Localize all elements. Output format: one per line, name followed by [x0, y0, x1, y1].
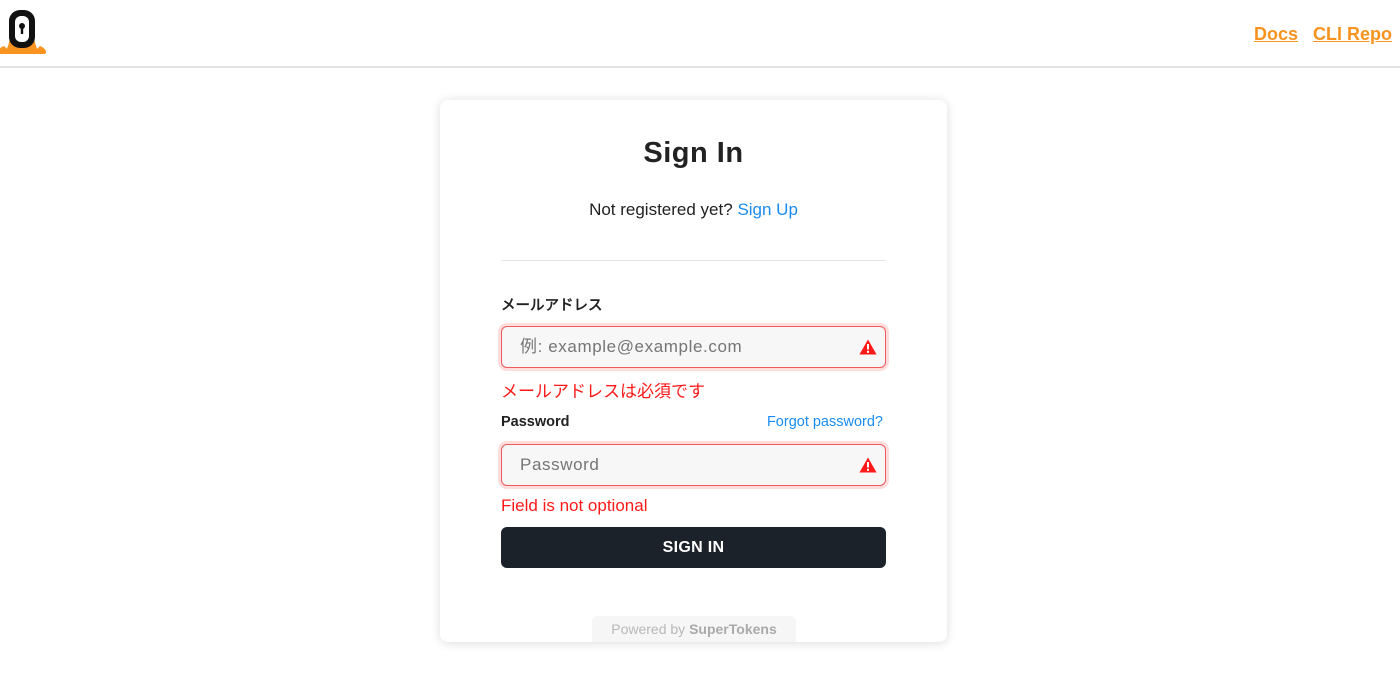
password-field[interactable]: [501, 444, 886, 486]
sign-in-card: Sign In Not registered yet? Sign Up メールア…: [440, 100, 947, 642]
email-field[interactable]: [501, 326, 886, 368]
top-navbar: Docs CLI Repo: [0, 0, 1400, 68]
signup-prompt-text: Not registered yet?: [589, 200, 733, 219]
sign-in-button[interactable]: SIGN IN: [501, 527, 886, 568]
email-error: メールアドレスは必須です: [501, 382, 705, 401]
email-label: メールアドレス: [501, 298, 603, 314]
docs-link[interactable]: Docs: [1254, 24, 1298, 45]
nav-links: Docs CLI Repo: [1254, 24, 1392, 45]
supertokens-logo[interactable]: [0, 8, 46, 54]
powered-by-text: Powered by: [611, 621, 686, 637]
powered-by-badge[interactable]: Powered by SuperTokens: [592, 616, 796, 642]
page-title: Sign In: [643, 137, 744, 169]
forgot-password-link[interactable]: Forgot password?: [767, 414, 883, 430]
cli-repo-link[interactable]: CLI Repo: [1313, 24, 1392, 45]
password-error: Field is not optional: [501, 496, 648, 515]
email-input[interactable]: [502, 327, 859, 367]
divider: [501, 260, 886, 261]
signup-prompt: Not registered yet? Sign Up: [440, 200, 947, 220]
supertokens-brand: SuperTokens: [689, 621, 777, 637]
password-input[interactable]: [502, 445, 859, 485]
warning-icon: [859, 339, 877, 355]
warning-icon: [859, 457, 877, 473]
password-label: Password: [501, 414, 570, 430]
sign-up-link[interactable]: Sign Up: [737, 200, 797, 219]
